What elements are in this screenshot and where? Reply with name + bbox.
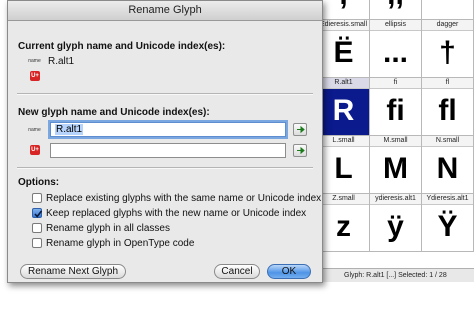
glyph-cell[interactable]: fl fl — [422, 78, 474, 136]
glyph-preview: fl — [438, 94, 457, 127]
glyph-preview: R — [318, 89, 369, 135]
new-name-value: R.alt1 — [55, 124, 84, 135]
glyph-cell[interactable]: ellipsis... — [370, 20, 422, 78]
arrow-icon — [297, 125, 305, 134]
glyph-preview: M — [383, 152, 408, 185]
new-unicode-input[interactable] — [50, 143, 286, 158]
glyph-cell[interactable]: ydieresis.alt1 ÿ — [370, 194, 422, 252]
glyph-cell-label: fi — [370, 78, 421, 89]
checkbox-rename-in-classes[interactable] — [32, 223, 42, 233]
glyph-cell-label: ellipsis — [370, 20, 421, 31]
glyph-preview: L — [334, 152, 353, 185]
glyph-preview: Ÿ — [437, 210, 458, 243]
glyph-cell[interactable]: Z.small z — [318, 194, 370, 252]
glyph-cell[interactable]: fi fi — [370, 78, 422, 136]
glyph-cell[interactable]: bullet• — [422, 0, 474, 20]
unicode-pick-button[interactable] — [293, 144, 307, 157]
options-heading: Options: — [18, 177, 60, 188]
glyph-cell[interactable]: quotesinglbase, — [318, 0, 370, 20]
checkbox-replace-existing[interactable] — [32, 193, 42, 203]
checkmark-icon — [34, 210, 43, 218]
current-heading: Current glyph name and Unicode index(es)… — [18, 41, 226, 52]
checkbox-keep-replaced[interactable] — [32, 208, 43, 218]
ok-button[interactable]: OK — [267, 264, 311, 279]
glyph-cell-label: dagger — [422, 20, 473, 31]
glyph-cell[interactable]: L.small L — [318, 136, 370, 194]
rename-glyph-dialog: Rename Glyph Current glyph name and Unic… — [7, 0, 323, 283]
rename-next-glyph-button[interactable]: Rename Next Glyph — [20, 264, 126, 279]
glyph-preview: , — [318, 0, 369, 19]
unicode-icon: U+ — [30, 145, 40, 155]
glyph-cell-label: R.alt1 — [318, 78, 369, 89]
option-label: Keep replaced glyphs with the new name o… — [46, 208, 307, 219]
arrow-icon — [297, 146, 305, 155]
option-label: Replace existing glyphs with the same na… — [46, 193, 322, 204]
glyph-cell-label: Ydieresis.alt1 — [422, 194, 473, 205]
glyph-cell-label: fl — [422, 78, 473, 89]
glyph-preview: † — [439, 36, 456, 69]
glyph-cell[interactable]: M.small M — [370, 136, 422, 194]
glyph-cell[interactable]: R.alt1 R — [318, 78, 370, 136]
glyph-preview: N — [436, 152, 459, 185]
glyph-grid: quotesinglbase,quotedblbase,,bullet• Edie… — [318, 0, 474, 286]
glyph-cell-label: M.small — [370, 136, 421, 147]
status-bar: Glyph: R.alt1 [...] Selected: 1 / 28 — [318, 268, 474, 282]
unicode-icon: U+ — [30, 71, 40, 81]
glyph-preview: ... — [382, 36, 408, 69]
name-tag-icon: name — [28, 127, 41, 133]
glyph-cell[interactable]: Ydieresis.alt1 Ÿ — [422, 194, 474, 252]
option-label: Rename glyph in all classes — [46, 223, 170, 234]
new-name-input[interactable]: R.alt1 — [50, 122, 286, 137]
glyph-cell-label: Z.small — [318, 194, 369, 205]
glyph-cell-label: N.small — [422, 136, 473, 147]
glyph-preview: fi — [386, 94, 405, 127]
glyph-cell-label: ydieresis.alt1 — [370, 194, 421, 205]
checkbox-rename-in-opentype[interactable] — [32, 238, 42, 248]
glyph-cell[interactable]: quotedblbase,, — [370, 0, 422, 20]
separator — [17, 93, 313, 95]
glyph-cell-label: Edieresis.small — [318, 20, 369, 31]
new-heading: New glyph name and Unicode index(es): — [18, 107, 210, 118]
glyph-preview: • — [422, 0, 473, 19]
name-pick-button[interactable] — [293, 123, 307, 136]
glyph-preview: z — [336, 210, 351, 243]
cancel-button[interactable]: Cancel — [214, 264, 260, 279]
glyph-cell-label: L.small — [318, 136, 369, 147]
current-glyph-name: R.alt1 — [48, 56, 75, 67]
option-label: Rename glyph in OpenType code — [46, 238, 195, 249]
glyph-preview: ÿ — [387, 210, 404, 243]
separator — [17, 167, 313, 169]
glyph-preview: ,, — [370, 0, 421, 19]
glyph-cell[interactable]: dagger † — [422, 20, 474, 78]
glyph-cell[interactable]: N.small N — [422, 136, 474, 194]
glyph-preview: Ë — [333, 36, 354, 69]
name-tag-icon: name — [28, 58, 41, 64]
dialog-title: Rename Glyph — [8, 1, 322, 21]
glyph-cell[interactable]: Edieresis.small Ë — [318, 20, 370, 78]
